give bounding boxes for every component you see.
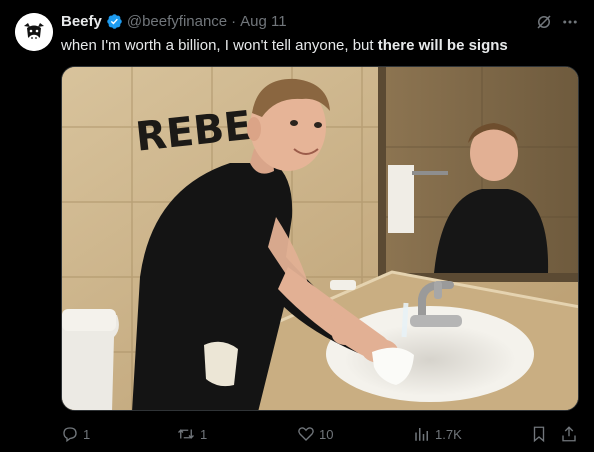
share-button[interactable] <box>560 424 578 444</box>
heart-icon <box>298 427 314 441</box>
action-bar: 1 1 10 1.7K <box>0 424 594 444</box>
tweet-photo[interactable]: REBEL <box>61 66 579 411</box>
tweet-text-bold: there will be signs <box>377 37 508 54</box>
like-count: 10 <box>319 426 334 442</box>
retweet-count: 1 <box>200 426 208 442</box>
avatar[interactable] <box>15 13 53 51</box>
reply-count: 1 <box>83 426 91 442</box>
bookmark-button[interactable] <box>530 424 548 444</box>
view-count: 1.7K <box>435 426 462 442</box>
views-button[interactable]: 1.7K <box>413 424 462 444</box>
beefy-cow-logo <box>15 13 53 51</box>
tweet-text: when I'm worth a billion, I won't tell a… <box>61 36 508 56</box>
views-icon <box>415 428 428 441</box>
verified-badge-icon[interactable] <box>106 13 123 30</box>
share-icon <box>562 426 576 442</box>
retweet-icon <box>178 429 194 439</box>
more-icon[interactable] <box>560 12 580 32</box>
tweet-text-plain: when I'm worth a billion, I won't tell a… <box>61 37 378 54</box>
tweet-date[interactable]: Aug 11 <box>240 13 286 30</box>
bookmark-icon <box>533 426 545 443</box>
retweet-button[interactable]: 1 <box>176 424 207 444</box>
reply-icon <box>63 427 77 443</box>
tweet-header: Beefy @beefyfinance · Aug 11 <box>61 11 287 31</box>
tweet[interactable]: Beefy @beefyfinance · Aug 11 when I'm wo… <box>0 0 594 452</box>
reply-button[interactable]: 1 <box>61 424 90 444</box>
separator-dot: · <box>231 12 237 30</box>
grok-icon[interactable] <box>534 12 554 32</box>
author-name[interactable]: Beefy <box>61 13 102 30</box>
like-button[interactable]: 10 <box>297 424 333 444</box>
author-handle[interactable]: @beefyfinance <box>127 13 227 30</box>
